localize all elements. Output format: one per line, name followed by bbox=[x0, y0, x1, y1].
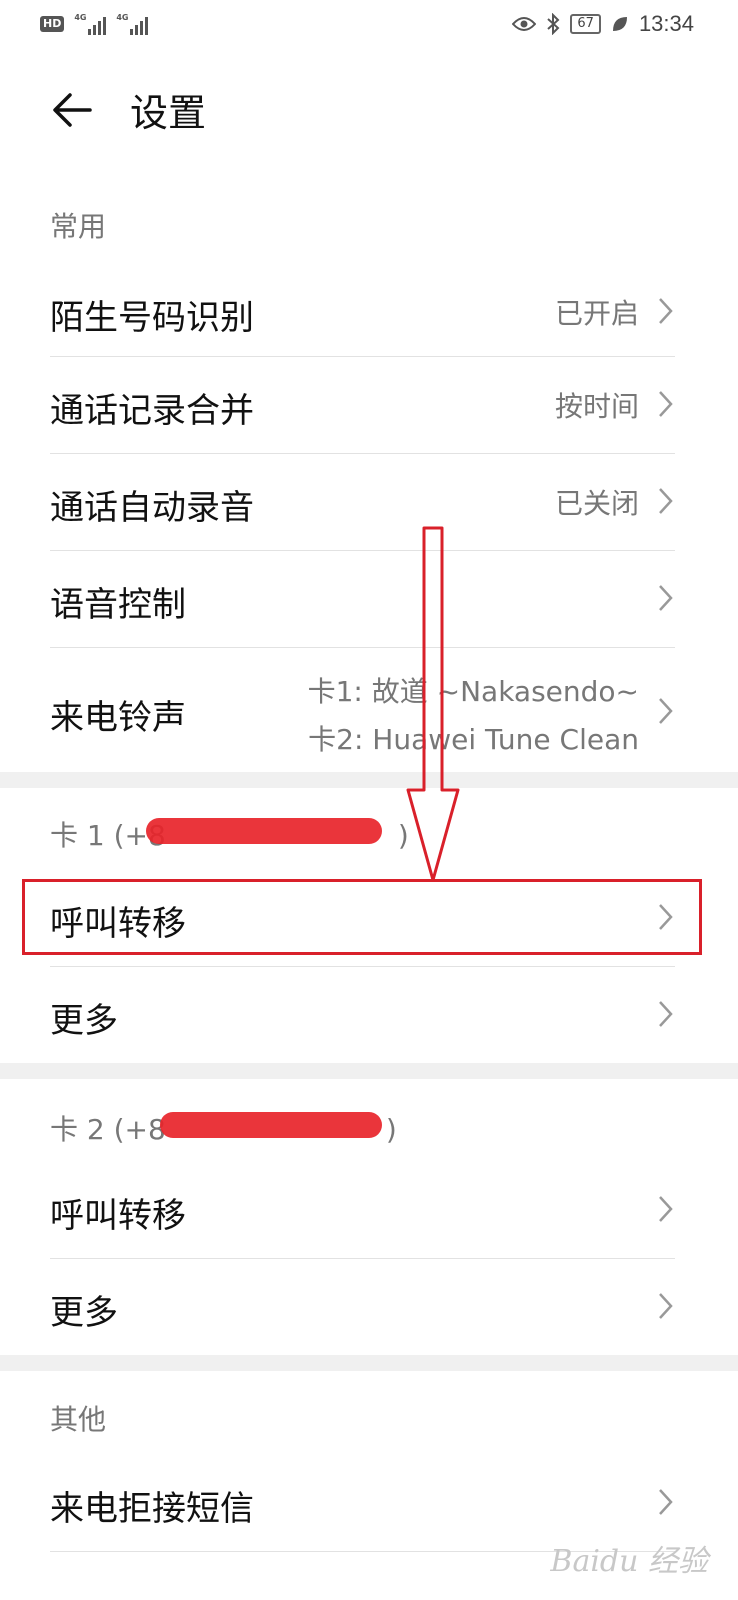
status-bar: HD 4G 4G 67 13:34 bbox=[0, 0, 738, 52]
bluetooth-icon bbox=[547, 13, 560, 35]
leaf-icon bbox=[612, 17, 627, 31]
hd-badge: HD bbox=[40, 16, 65, 32]
card2-label-prefix: 卡 2 (+8 bbox=[50, 1113, 166, 1146]
status-left: HD 4G 4G bbox=[40, 13, 149, 35]
ringtone-card1: 卡1: 故道 ~Nakasendo~ bbox=[307, 675, 639, 708]
chevron-right-icon bbox=[659, 488, 673, 514]
row-label: 更多 bbox=[50, 1001, 118, 1041]
call-log-merge-row[interactable]: 通话记录合并 按时间 bbox=[50, 357, 675, 453]
row-label: 更多 bbox=[50, 1293, 118, 1333]
signal-icon: 4G bbox=[116, 13, 149, 35]
redaction-scribble bbox=[160, 1112, 382, 1138]
status-right: 67 13:34 bbox=[512, 11, 694, 37]
row-label: 语音控制 bbox=[50, 585, 186, 625]
clock: 13:34 bbox=[638, 11, 694, 36]
row-value: 已开启 bbox=[554, 297, 639, 330]
battery-icon: 67 bbox=[570, 14, 601, 34]
row-label: 来电铃声 bbox=[50, 698, 186, 738]
app-header: 设置 bbox=[0, 60, 738, 160]
chevron-right-icon bbox=[659, 391, 673, 417]
section-gap bbox=[0, 1355, 738, 1371]
chevron-right-icon bbox=[659, 1293, 673, 1319]
card2-call-forwarding-row[interactable]: 呼叫转移 bbox=[50, 1162, 675, 1258]
chevron-right-icon bbox=[659, 1196, 673, 1222]
annotation-highlight-box bbox=[22, 879, 702, 955]
section-gap bbox=[0, 772, 738, 788]
arrow-left-icon[interactable] bbox=[50, 88, 94, 132]
row-label: 呼叫转移 bbox=[50, 1196, 186, 1236]
chevron-right-icon bbox=[659, 585, 673, 611]
row-label: 来电拒接短信 bbox=[50, 1489, 254, 1529]
ringtone-card2: 卡2: Huawei Tune Clean bbox=[308, 723, 639, 756]
section-gap bbox=[0, 1063, 738, 1079]
row-value: 按时间 bbox=[554, 390, 639, 423]
row-label: 陌生号码识别 bbox=[50, 298, 254, 338]
page-title: 设置 bbox=[130, 91, 207, 135]
voice-control-row[interactable]: 语音控制 bbox=[50, 551, 675, 647]
watermark: Baidu 经验 bbox=[550, 1544, 708, 1579]
ringtone-row[interactable]: 来电铃声 卡1: 故道 ~Nakasendo~ 卡2: Huawei Tune … bbox=[50, 648, 675, 772]
annotation-arrow-down-icon bbox=[406, 526, 460, 882]
auto-record-row[interactable]: 通话自动录音 已关闭 bbox=[50, 454, 675, 550]
card2-more-row[interactable]: 更多 bbox=[50, 1259, 675, 1355]
chevron-right-icon bbox=[659, 698, 673, 724]
chevron-right-icon bbox=[659, 298, 673, 324]
network-type: 4G bbox=[116, 13, 129, 22]
redaction-scribble bbox=[146, 818, 382, 844]
card1-more-row[interactable]: 更多 bbox=[50, 967, 675, 1063]
row-label: 通话记录合并 bbox=[50, 391, 254, 431]
row-value: 已关闭 bbox=[554, 487, 639, 520]
chevron-right-icon bbox=[659, 1489, 673, 1515]
unknown-number-id-row[interactable]: 陌生号码识别 已开启 bbox=[50, 270, 675, 356]
section-header-common: 常用 bbox=[50, 210, 107, 243]
network-type: 4G bbox=[74, 13, 87, 22]
chevron-right-icon bbox=[659, 1001, 673, 1027]
section-header-other: 其他 bbox=[50, 1403, 107, 1436]
row-label: 通话自动录音 bbox=[50, 488, 254, 528]
card2-label-suffix: ) bbox=[385, 1113, 397, 1146]
eye-icon bbox=[512, 17, 537, 31]
signal-icon: 4G bbox=[74, 13, 107, 35]
